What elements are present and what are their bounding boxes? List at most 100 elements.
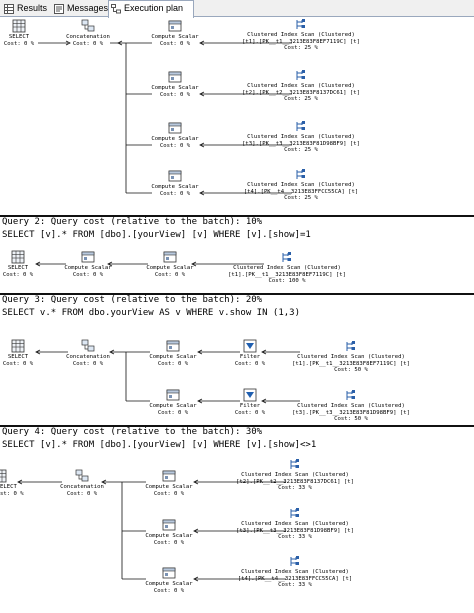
q2-scan-object: [t1].[PK__t1__3213E83F8EF7119C] [t] — [228, 271, 346, 278]
q1-clustered-index-scan-1[interactable]: Clustered Index Scan (Clustered) [t1].[P… — [236, 17, 366, 52]
q2-select-node[interactable]: SELECT Cost: 0 % — [2, 250, 34, 278]
q1-clustered-index-scan-2[interactable]: Clustered Index Scan (Clustered) [t2].[P… — [236, 68, 366, 103]
q4-scan1-object: [t2].[PK__t2__3213E83F8137DC61] [t] — [236, 478, 354, 485]
clustered-index-scan-icon — [296, 169, 305, 179]
execution-plan-icon — [111, 4, 121, 14]
q3-filter-1[interactable]: Filter Cost: 0 % — [234, 339, 266, 367]
q3-cs2-title: Compute Scalar — [149, 403, 197, 409]
compute-scalar-icon — [162, 519, 176, 531]
q4-select-cost: st: 0 % — [0, 490, 24, 497]
q2-compute-scalar-1[interactable]: Compute Scalar Cost: 0 % — [60, 250, 116, 278]
q4-sql-text[interactable]: SELECT [v].* FROM [dbo].[yourView] [v] W… — [0, 439, 474, 451]
q1-cs4-title: Compute Scalar — [151, 184, 199, 190]
q1-cs2-cost: Cost: 0 % — [159, 91, 191, 98]
q1-concatenation-node[interactable]: Concatenation Cost: 0 % — [62, 19, 114, 47]
results-tab-strip: Results Messages Execution plan — [0, 0, 474, 18]
q3-filter-2[interactable]: Filter Cost: 0 % — [234, 388, 266, 416]
clustered-index-scan-icon — [346, 341, 355, 351]
clustered-index-scan-icon — [296, 121, 305, 131]
q3-concatenation-node[interactable]: Concatenation Cost: 0 % — [62, 339, 114, 367]
q3-compute-scalar-2[interactable]: Compute Scalar Cost: 0 % — [144, 388, 202, 416]
q3-clustered-index-scan-2[interactable]: Clustered Index Scan (Clustered) [t3].[P… — [286, 388, 416, 423]
q4-concatenation-cost: Cost: 0 % — [66, 490, 98, 497]
q1-compute-scalar-4[interactable]: Compute Scalar Cost: 0 % — [146, 169, 204, 197]
message-icon — [54, 4, 64, 14]
q4-compute-scalar-2[interactable]: Compute Scalar Cost: 0 % — [140, 518, 198, 546]
q3-compute-scalar-1[interactable]: Compute Scalar Cost: 0 % — [144, 339, 202, 367]
q4-cs3-title: Compute Scalar — [145, 581, 193, 587]
q2-header: Query 2: Query cost (relative to the bat… — [2, 217, 263, 227]
q3-clustered-index-scan-1[interactable]: Clustered Index Scan (Clustered) [t1].[P… — [286, 339, 416, 374]
q4-clustered-index-scan-3[interactable]: Clustered Index Scan (Clustered) [t4].[P… — [230, 554, 360, 589]
q2-clustered-index-scan[interactable]: Clustered Index Scan (Clustered) [t1].[P… — [222, 250, 352, 285]
filter-icon — [243, 339, 257, 353]
clustered-index-scan-icon — [290, 459, 299, 469]
execution-plan-pane: SELECT Cost: 0 % Concatenation Cost: 0 %… — [0, 17, 474, 613]
q4-compute-scalar-3[interactable]: Compute Scalar Cost: 0 % — [140, 566, 198, 594]
q4-cs3-cost: Cost: 0 % — [153, 587, 185, 594]
q1-select-node[interactable]: SELECT Cost: 0 % — [2, 19, 36, 47]
tab-results[interactable]: Results — [2, 1, 47, 17]
q1-concatenation-cost: Cost: 0 % — [72, 40, 104, 47]
tab-messages[interactable]: Messages — [52, 1, 108, 17]
q1-clustered-index-scan-3[interactable]: Clustered Index Scan (Clustered) [t3].[P… — [236, 119, 366, 154]
q4-concatenation-node[interactable]: Concatenation Cost: 0 % — [54, 469, 110, 497]
q1-cs4-cost: Cost: 0 % — [159, 190, 191, 197]
q1-scan2-cost: Cost: 25 % — [284, 96, 318, 103]
q3-scan1-cost: Cost: 50 % — [334, 367, 368, 374]
q3-filter2-title: Filter — [239, 403, 261, 409]
q3-cs1-cost: Cost: 0 % — [157, 360, 189, 367]
q3-sql-text[interactable]: SELECT v.* FROM dbo.yourView AS v WHERE … — [0, 307, 474, 319]
q1-clustered-index-scan-4[interactable]: Clustered Index Scan (Clustered) [t4].[P… — [236, 167, 366, 202]
compute-scalar-icon — [168, 71, 182, 83]
q1-scan3-cost: Cost: 25 % — [284, 147, 318, 154]
clustered-index-scan-icon — [296, 70, 305, 80]
q3-select-node[interactable]: SELECT Cost: 0 % — [2, 339, 34, 367]
q4-clustered-index-scan-1[interactable]: Clustered Index Scan (Clustered) [t2].[P… — [230, 457, 360, 492]
clustered-index-scan-icon — [290, 556, 299, 566]
q3-cs2-cost: Cost: 0 % — [157, 409, 189, 416]
concatenation-icon — [81, 339, 95, 352]
q4-scan3-title: Clustered Index Scan (Clustered) — [241, 569, 349, 575]
tab-execution-plan[interactable]: Execution plan — [108, 0, 194, 18]
q2-sql-text[interactable]: SELECT [v].* FROM [dbo].[yourView] [v] W… — [0, 229, 474, 241]
q3-scan1-title: Clustered Index Scan (Clustered) — [297, 354, 405, 360]
q1-compute-scalar-2[interactable]: Compute Scalar Cost: 0 % — [146, 70, 204, 98]
q1-scan4-cost: Cost: 25 % — [284, 195, 318, 202]
q1-compute-scalar-3[interactable]: Compute Scalar Cost: 0 % — [146, 121, 204, 149]
compute-scalar-icon — [163, 251, 177, 263]
q4-select-title: ELECT — [0, 484, 17, 490]
q4-header: Query 4: Query cost (relative to the bat… — [2, 427, 263, 437]
q4-compute-scalar-1[interactable]: Compute Scalar Cost: 0 % — [140, 469, 198, 497]
compute-scalar-icon — [162, 470, 176, 482]
q3-scan1-object: [t1].[PK__t1__3213E83F8EF7119C] [t] — [292, 360, 410, 367]
q4-scan3-cost: Cost: 33 % — [278, 582, 312, 589]
q1-scan4-object: [t4].[PK__t4__3213E83FFCC55CA] [t] — [243, 188, 359, 195]
q3-filter2-cost: Cost: 0 % — [234, 409, 266, 416]
q1-scan2-object: [t2].[PK__t2__3213E83F8137DC61] [t] — [242, 89, 360, 96]
q1-cs1-cost: Cost: 0 % — [159, 40, 191, 47]
q2-compute-scalar-2[interactable]: Compute Scalar Cost: 0 % — [142, 250, 198, 278]
q3-select-cost: Cost: 0 % — [2, 360, 34, 367]
concatenation-icon — [81, 19, 95, 32]
q3-cs1-title: Compute Scalar — [149, 354, 197, 360]
clustered-index-scan-icon — [296, 19, 305, 29]
q3-scan2-object: [t3].[PK__t3__3213E83F81D98BF9] [t] — [292, 409, 410, 416]
compute-scalar-icon — [81, 251, 95, 263]
q1-scan3-title: Clustered Index Scan (Clustered) — [247, 134, 355, 140]
q1-scan1-title: Clustered Index Scan (Clustered) — [247, 32, 355, 38]
q1-scan4-title: Clustered Index Scan (Clustered) — [247, 182, 355, 188]
q4-select-node[interactable]: ELECT st: 0 % — [0, 469, 24, 497]
q3-filter1-cost: Cost: 0 % — [234, 360, 266, 367]
q1-compute-scalar-1[interactable]: Compute Scalar Cost: 0 % — [146, 19, 204, 47]
q1-scan2-title: Clustered Index Scan (Clustered) — [247, 83, 355, 89]
q4-clustered-index-scan-2[interactable]: Clustered Index Scan (Clustered) [t3].[P… — [230, 506, 360, 541]
q4-cs1-title: Compute Scalar — [145, 484, 193, 490]
q2-scan-cost: Cost: 100 % — [268, 278, 306, 285]
q4-cs2-cost: Cost: 0 % — [153, 539, 185, 546]
q3-filter1-title: Filter — [239, 354, 261, 360]
q1-cs3-title: Compute Scalar — [151, 136, 199, 142]
q1-select-title: SELECT — [8, 34, 30, 40]
q4-scan2-title: Clustered Index Scan (Clustered) — [241, 521, 349, 527]
q3-header: Query 3: Query cost (relative to the bat… — [2, 295, 263, 305]
